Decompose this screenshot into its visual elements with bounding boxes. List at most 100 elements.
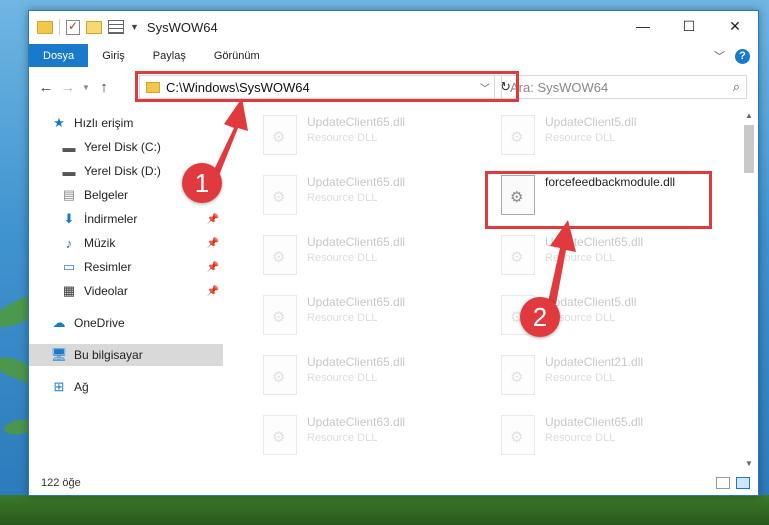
scroll-down-icon[interactable]: ▼ xyxy=(742,457,756,471)
star-icon: ★ xyxy=(53,115,65,130)
dll-file-icon xyxy=(263,115,297,155)
sidebar-item-label: Ağ xyxy=(74,380,89,394)
desktop-ground xyxy=(0,495,769,525)
expand-ribbon-icon[interactable]: ﹀ xyxy=(714,48,725,64)
sidebar-item-videos[interactable]: ▦ Videolar 📌 xyxy=(29,280,223,302)
dll-file-icon xyxy=(263,295,297,335)
file-type: Resource DLL xyxy=(545,132,616,144)
music-icon: ♪ xyxy=(65,235,73,251)
pin-icon[interactable]: 📌 xyxy=(207,262,219,273)
file-item[interactable]: UpdateClient65.dll Resource DLL xyxy=(243,233,463,281)
file-item[interactable]: UpdateClient21.dll Resource DLL xyxy=(481,353,701,401)
file-name: UpdateClient21.dll xyxy=(545,355,644,369)
scroll-up-icon[interactable]: ▲ xyxy=(742,109,756,123)
view-switcher xyxy=(716,477,750,489)
sidebar-item-label: Bu bilgisayar xyxy=(74,348,143,362)
chevron-down-icon[interactable]: ▼ xyxy=(130,22,139,32)
recent-locations-icon[interactable]: ▼ xyxy=(79,83,93,92)
file-list: UpdateClient65.dll Resource DLL UpdateCli… xyxy=(233,109,743,471)
pictures-icon: ▭ xyxy=(62,259,76,274)
dll-file-icon xyxy=(501,235,535,275)
address-path[interactable]: C:\Windows\SysWOW64 xyxy=(166,80,310,95)
file-type: Resource DLL xyxy=(545,252,616,264)
view-icon[interactable] xyxy=(108,20,124,34)
ribbon-tabs: Dosya Giriş Paylaş Görünüm ﹀ ? xyxy=(29,44,758,67)
file-type: Resource DLL xyxy=(307,252,378,264)
sidebar-item-label: Videolar xyxy=(84,284,128,298)
dll-file-icon xyxy=(501,175,535,215)
sidebar-item-music[interactable]: ♪ Müzik 📌 xyxy=(29,232,223,254)
step-badge-1: 1 xyxy=(182,163,222,203)
search-icon: ⌕ xyxy=(732,79,740,94)
dll-file-icon xyxy=(263,355,297,395)
details-view-icon[interactable] xyxy=(716,477,730,489)
cloud-icon: ☁ xyxy=(52,315,66,330)
documents-icon: ▤ xyxy=(62,187,76,202)
pin-icon[interactable]: 📌 xyxy=(207,286,219,297)
close-button[interactable]: ✕ xyxy=(712,11,758,41)
help-icon[interactable]: ? xyxy=(735,48,750,64)
large-icons-view-icon[interactable] xyxy=(736,477,750,489)
file-name: forcefeedbackmodule.dll xyxy=(545,175,676,189)
scroll-thumb[interactable] xyxy=(744,125,754,173)
tab-giris[interactable]: Giriş xyxy=(88,44,139,67)
drive-icon: ▬ xyxy=(62,163,76,179)
item-count: 122 öğe xyxy=(41,477,81,489)
explorer-window: ▼ SysWOW64 — ☐ ✕ Dosya Giriş Paylaş Görü… xyxy=(28,10,759,496)
maximize-button[interactable]: ☐ xyxy=(666,11,712,41)
download-icon: ⬇ xyxy=(63,211,75,226)
folder-icon xyxy=(146,81,160,93)
sidebar-item-label: Belgeler xyxy=(84,188,129,202)
file-item[interactable]: UpdateClient5.dllResource DLL xyxy=(481,293,701,341)
tab-gorunum[interactable]: Görünüm xyxy=(200,44,274,67)
dll-file-icon xyxy=(263,415,297,455)
pin-icon[interactable]: 📌 xyxy=(207,238,219,249)
pin-icon[interactable]: 📌 xyxy=(207,214,219,225)
tab-paylas[interactable]: Paylaş xyxy=(139,44,200,67)
navigation-pane: ★ Hızlı erişim ▬ Yerel Disk (C:) ▬ Yerel… xyxy=(29,109,223,471)
drive-icon: ▬ xyxy=(62,139,76,155)
minimize-button[interactable]: — xyxy=(620,11,666,41)
file-item[interactable]: UpdateClient65.dll Resource DLL xyxy=(481,233,701,281)
step-badge-2: 2 xyxy=(520,297,560,337)
chevron-down-icon[interactable]: ﹀ xyxy=(480,80,490,95)
vertical-scrollbar[interactable]: ▲ ▼ xyxy=(742,109,756,471)
file-name: UpdateClient65.dll xyxy=(307,355,406,369)
file-item[interactable]: UpdateClient65.dll Resource DLL xyxy=(243,353,463,401)
search-placeholder: Ara: SysWOW64 xyxy=(510,79,609,95)
file-name: UpdateClient5.dll xyxy=(545,115,637,129)
video-icon: ▦ xyxy=(62,283,76,298)
file-item[interactable]: UpdateClient65.dll Resource DLL xyxy=(243,173,463,221)
sidebar-item-onedrive[interactable]: ☁ OneDrive xyxy=(29,312,223,334)
file-name: UpdateClient63.dll xyxy=(307,415,406,429)
address-bar[interactable]: C:\Windows\SysWOW64 ﹀ xyxy=(139,75,495,99)
toolbar-separator xyxy=(59,19,60,35)
file-item[interactable]: UpdateClient5.dll Resource DLL xyxy=(481,113,701,161)
sidebar-item-pictures[interactable]: ▭ Resimler 📌 xyxy=(29,256,223,278)
file-name: UpdateClient5.dll xyxy=(545,295,637,309)
file-item-forcefeedbackmodule[interactable]: forcefeedbackmodule.dll xyxy=(481,173,701,221)
sidebar-item-quick-access[interactable]: ★ Hızlı erişim xyxy=(29,112,223,134)
file-type: Resource DLL xyxy=(307,312,378,324)
sidebar-item-this-pc[interactable]: 🖥 Bu bilgisayar xyxy=(29,344,223,366)
title-bar: ▼ SysWOW64 — ☐ ✕ xyxy=(29,11,758,43)
back-arrow-icon[interactable]: ← xyxy=(35,79,57,96)
search-input[interactable]: Ara: SysWOW64 ⌕ xyxy=(501,75,747,99)
file-item[interactable]: UpdateClient65.dll Resource DLL xyxy=(243,113,463,161)
file-item[interactable]: UpdateClient65.dll Resource DLL xyxy=(243,293,463,341)
file-item[interactable]: UpdateClient65.dll Resource DLL xyxy=(481,413,701,461)
file-type: Resource DLL xyxy=(307,132,378,144)
file-name: UpdateClient65.dll xyxy=(545,235,644,249)
sidebar-item-network[interactable]: ⊞ Ağ xyxy=(29,376,223,398)
sidebar-item-downloads[interactable]: ⬇ İndirmeler 📌 xyxy=(29,208,223,230)
sidebar-item-local-disk-c[interactable]: ▬ Yerel Disk (C:) xyxy=(29,136,223,158)
file-type: Resource DLL xyxy=(307,372,378,384)
file-item[interactable]: UpdateClient63.dll Resource DLL xyxy=(243,413,463,461)
new-folder-icon[interactable] xyxy=(86,20,102,34)
properties-icon[interactable] xyxy=(66,19,80,35)
tab-dosya[interactable]: Dosya xyxy=(29,44,89,67)
up-arrow-icon[interactable]: ↑ xyxy=(93,79,115,96)
sidebar-item-label: Müzik xyxy=(84,236,116,250)
quick-access-toolbar: ▼ xyxy=(29,19,139,35)
forward-arrow-icon[interactable]: → xyxy=(57,79,79,96)
